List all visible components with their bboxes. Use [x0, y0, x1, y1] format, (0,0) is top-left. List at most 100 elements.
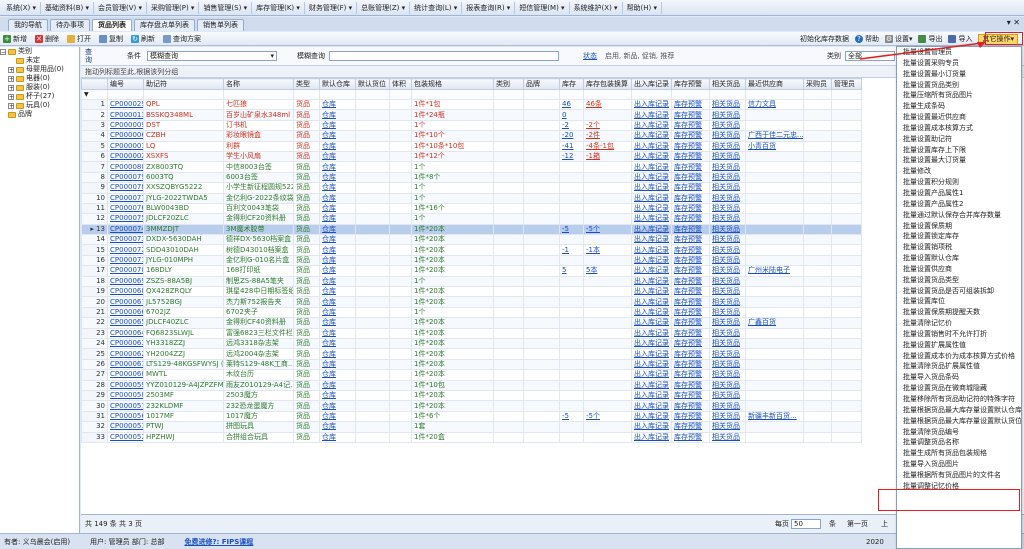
table-cell[interactable]: [745, 109, 804, 121]
table-cell[interactable]: 相关货品: [709, 109, 746, 121]
table-cell[interactable]: CP000062: [107, 348, 144, 360]
tab-item[interactable]: 货品列表: [92, 19, 132, 31]
menu-item-batch[interactable]: 批量设置保质期提醒天数: [897, 307, 1021, 318]
table-cell[interactable]: 出入库记录: [631, 223, 672, 236]
table-cell[interactable]: 相关货品: [709, 202, 746, 215]
table-cell[interactable]: CP000065: [107, 317, 144, 329]
menu-item-batch[interactable]: 批量设置库存上下限: [897, 145, 1021, 156]
table-cell[interactable]: 相关货品: [709, 98, 746, 111]
filter-cell[interactable]: [559, 89, 584, 100]
table-cell[interactable]: 出入库记录: [631, 213, 672, 225]
table-cell[interactable]: 相关货品: [709, 296, 746, 308]
table-cell[interactable]: -5: [559, 410, 584, 423]
table-cell[interactable]: 库存预警: [671, 130, 710, 142]
table-cell[interactable]: -5: [559, 223, 584, 236]
table-cell[interactable]: 库存预警: [671, 369, 710, 381]
filter-cell[interactable]: ▼: [81, 89, 108, 100]
table-cell[interactable]: 出入库记录: [631, 389, 672, 402]
table-row[interactable]: 22 CP000065 JDLCF40ZLC 金得利CF40资料册 货品 仓库 1件*20本…: [81, 317, 862, 329]
table-cell[interactable]: CP000006: [107, 130, 144, 142]
menu-item-batch[interactable]: 批量导入货品图片: [897, 459, 1021, 470]
table-cell[interactable]: [559, 421, 584, 433]
table-cell[interactable]: [583, 327, 632, 340]
table-cell[interactable]: [583, 379, 632, 391]
menu-item-batch[interactable]: 批量设置货品是否可组装拆卸: [897, 286, 1021, 297]
filter-cell[interactable]: [389, 89, 412, 100]
table-cell[interactable]: [745, 213, 804, 225]
table-cell[interactable]: 出入库记录: [631, 171, 672, 184]
table-cell[interactable]: [559, 192, 584, 204]
filter-cell[interactable]: [293, 89, 320, 100]
table-cell[interactable]: 仓库: [319, 275, 356, 288]
table-cell[interactable]: 广州米陆电子: [745, 265, 804, 277]
table-cell[interactable]: 出入库记录: [631, 109, 672, 121]
table-row[interactable]: 15 CP000072 SDD43010DAH 树德D43010档案盒 货品 仓库 1件*2…: [81, 244, 862, 256]
table-cell[interactable]: [583, 431, 632, 443]
table-cell[interactable]: 出入库记录: [631, 317, 672, 329]
menu-item-batch[interactable]: 批量生成条码: [897, 101, 1021, 112]
table-cell[interactable]: CP000080: [107, 161, 144, 173]
tree-item[interactable]: +未定: [0, 56, 79, 65]
table-cell[interactable]: 相关货品: [709, 358, 746, 371]
table-cell[interactable]: [583, 161, 632, 173]
table-cell[interactable]: CP000058: [107, 389, 144, 402]
menu-item-batch[interactable]: 批量设置锁定库存: [897, 231, 1021, 242]
menu-item-batch[interactable]: 批量通过默认保存合并库存数量: [897, 210, 1021, 221]
menu-item-batch[interactable]: 批量设置产品属性1: [897, 188, 1021, 199]
table-cell[interactable]: [559, 327, 584, 340]
table-cell[interactable]: 相关货品: [709, 400, 746, 412]
menu-item-batch[interactable]: 批量设置货品类型: [897, 275, 1021, 286]
table-cell[interactable]: 库存预警: [671, 213, 710, 225]
table-cell[interactable]: [745, 182, 804, 194]
column-header[interactable]: 库存: [559, 78, 584, 90]
table-cell[interactable]: CP000029: [107, 98, 144, 111]
table-cell[interactable]: 相关货品: [709, 306, 746, 319]
table-row[interactable]: 29 CP000058 2503MF 2503魔方 货品 仓库 1件*20本 出入库记录 库存预…: [81, 389, 862, 402]
table-cell[interactable]: 仓库: [319, 98, 356, 111]
table-cell[interactable]: 46: [559, 98, 584, 111]
column-header[interactable]: 库存预警: [671, 78, 710, 90]
tab-item[interactable]: 我的导航: [8, 19, 48, 31]
menu-item[interactable]: 会员管理(V) ▾: [94, 1, 148, 14]
table-cell[interactable]: 仓库: [319, 213, 356, 225]
filter-cell[interactable]: [831, 89, 862, 100]
menu-item-batch[interactable]: 批量清除记忆价: [897, 318, 1021, 329]
table-cell[interactable]: 仓库: [319, 161, 356, 173]
table-cell[interactable]: CP000071: [107, 254, 144, 267]
table-row[interactable]: 11 CP000076 BLW0043BD 百利文0043笔袋 货品 仓库 1件*16个 出入…: [81, 202, 862, 215]
table-cell[interactable]: 出入库记录: [631, 182, 672, 194]
table-cell[interactable]: [745, 244, 804, 256]
filter-cell[interactable]: [709, 89, 746, 100]
table-cell[interactable]: 出入库记录: [631, 202, 672, 215]
menu-item[interactable]: 财务管理(F) ▾: [305, 1, 358, 14]
expand-icon[interactable]: +: [8, 75, 14, 82]
table-cell[interactable]: CP000063: [107, 337, 144, 350]
menu-item[interactable]: 基础资料(B) ▾: [41, 1, 95, 14]
table-cell[interactable]: 相关货品: [709, 254, 746, 267]
tree-item[interactable]: + 电器(0): [0, 74, 79, 83]
per-page-input[interactable]: 50: [791, 519, 821, 529]
table-cell[interactable]: 出入库记录: [631, 119, 672, 132]
filter-cell[interactable]: [355, 89, 390, 100]
table-cell[interactable]: 相关货品: [709, 327, 746, 340]
table-cell[interactable]: CP000009: [107, 119, 144, 132]
table-row[interactable]: 12 CP000075 JDLCF20ZLC 金得利CF20资料册 货品 仓库 1个 出入库记…: [81, 213, 862, 225]
tab-item[interactable]: 库存盘点单列表: [134, 19, 195, 31]
table-cell[interactable]: [559, 213, 584, 225]
table-cell[interactable]: 出入库记录: [631, 410, 672, 423]
table-cell[interactable]: 5: [559, 265, 584, 277]
table-cell[interactable]: 仓库: [319, 379, 356, 391]
table-cell[interactable]: [583, 286, 632, 298]
table-cell[interactable]: [745, 306, 804, 319]
table-cell[interactable]: [745, 286, 804, 298]
table-cell[interactable]: [583, 171, 632, 184]
table-cell[interactable]: CP000057: [107, 400, 144, 412]
column-header[interactable]: 助记符: [143, 78, 224, 90]
table-cell[interactable]: 库存预警: [671, 379, 710, 391]
table-cell[interactable]: CP000052: [107, 431, 144, 443]
table-cell[interactable]: 仓库: [319, 130, 356, 142]
menu-item-batch[interactable]: 批量导入货品条码: [897, 372, 1021, 383]
table-cell[interactable]: 仓库: [319, 254, 356, 267]
column-header[interactable]: 编号: [107, 78, 144, 90]
column-header[interactable]: 名称: [223, 78, 294, 90]
